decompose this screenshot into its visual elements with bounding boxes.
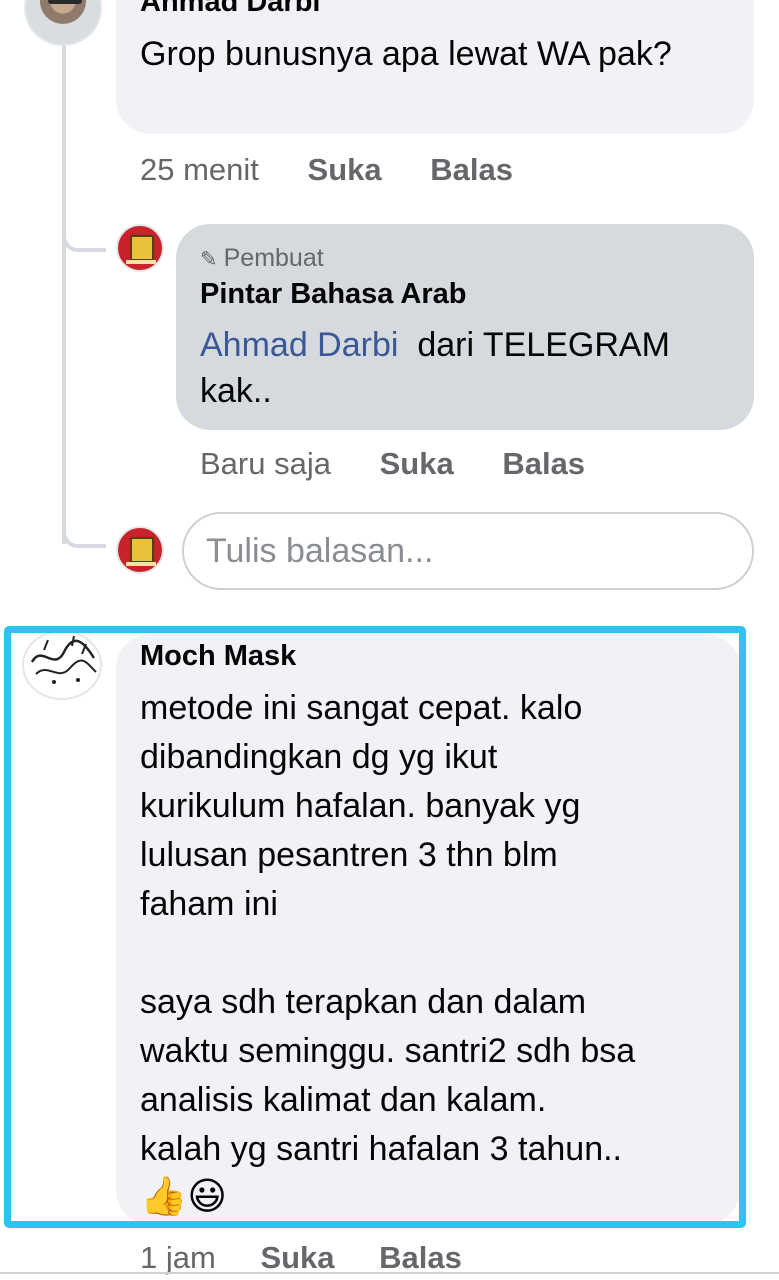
comment-author[interactable]: Ahmad Darbi — [140, 0, 320, 19]
comment-text: Grop bunusnya apa lewat WA pak? — [140, 35, 672, 73]
pencil-icon: ✎ — [200, 248, 218, 271]
comment-time[interactable]: 25 menit — [140, 152, 259, 188]
reply-button[interactable]: Balas — [379, 1240, 462, 1276]
avatar[interactable] — [24, 0, 102, 46]
reply-input[interactable]: Tulis balasan... — [182, 512, 754, 590]
mention-link[interactable]: Ahmad Darbi — [200, 326, 398, 364]
avatar — [116, 526, 164, 574]
like-button[interactable]: Suka — [380, 446, 454, 482]
reply-button[interactable]: Balas — [502, 446, 585, 482]
comment-actions: 1 jam Suka Balas — [140, 1240, 462, 1276]
avatar[interactable] — [116, 224, 164, 272]
like-button[interactable]: Suka — [260, 1240, 334, 1276]
highlight-frame — [4, 626, 746, 1228]
thread-branch — [62, 230, 106, 252]
reply-button[interactable]: Balas — [430, 152, 513, 188]
thread-line — [62, 44, 66, 544]
comment-actions: Baru saja Suka Balas — [200, 446, 585, 482]
comment-time[interactable]: Baru saja — [200, 446, 331, 482]
divider — [0, 1272, 779, 1274]
author-badge: ✎ Pembuat — [200, 244, 324, 273]
author-badge-label: Pembuat — [223, 244, 324, 272]
thread-branch — [62, 526, 106, 548]
comment-actions: 25 menit Suka Balas — [140, 152, 513, 188]
comment-time[interactable]: 1 jam — [140, 1240, 216, 1276]
comment-text: Ahmad Darbi dari TELEGRAM kak.. — [200, 322, 740, 414]
comment-author[interactable]: Pintar Bahasa Arab — [200, 278, 466, 311]
like-button[interactable]: Suka — [308, 152, 382, 188]
